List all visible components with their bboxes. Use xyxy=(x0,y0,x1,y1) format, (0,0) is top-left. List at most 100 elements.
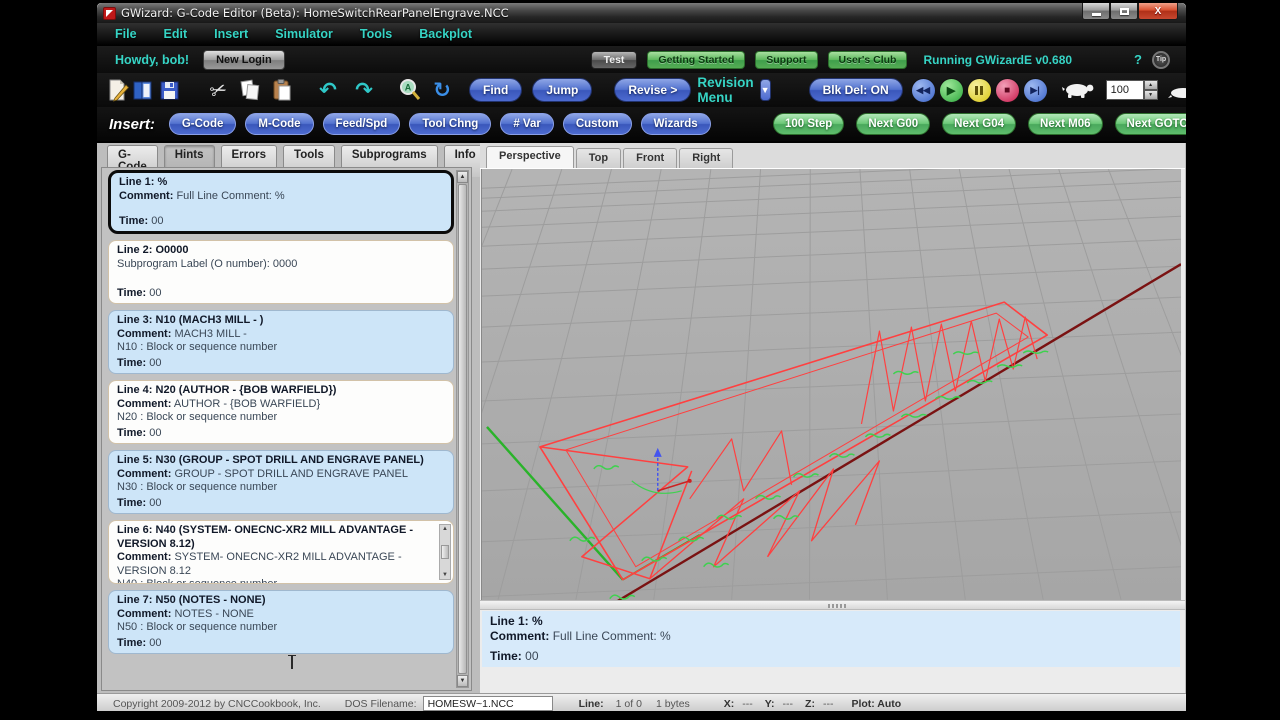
next-m06-button[interactable]: Next M06 xyxy=(1028,113,1103,135)
stop-icon: ■ xyxy=(1004,85,1010,96)
test-button[interactable]: Test xyxy=(591,51,638,69)
search-icon[interactable]: A xyxy=(397,77,423,103)
next-goto-button[interactable]: Next GOTO xyxy=(1115,113,1187,135)
users-club-button[interactable]: User's Club xyxy=(828,51,908,69)
turtle-slow-icon[interactable] xyxy=(1060,77,1098,103)
support-button[interactable]: Support xyxy=(755,51,817,69)
svg-text:A: A xyxy=(405,83,412,93)
tip-icon[interactable]: Tip xyxy=(1152,51,1170,69)
hint-card-title: Line 7: N50 (NOTES - NONE) xyxy=(117,594,445,608)
dos-filename-input[interactable] xyxy=(423,696,553,711)
revise-button[interactable]: Revise > xyxy=(614,78,691,102)
spinner-up-icon: ▲ xyxy=(1144,80,1158,90)
hint-card-line-6[interactable]: Line 6: N40 (SYSTEM- ONECNC-XR2 MILL ADV… xyxy=(108,520,454,584)
hint-card-inner-scrollbar[interactable]: ▲▼ xyxy=(439,524,451,580)
rabbit-fast-icon[interactable] xyxy=(1166,77,1187,103)
maximize-button[interactable] xyxy=(1110,3,1138,20)
left-panel: G-Code Hints Errors Tools Subprograms In… xyxy=(97,143,476,693)
step-forward-button[interactable]: ▶| xyxy=(1023,78,1048,103)
close-button[interactable]: X xyxy=(1138,3,1178,20)
play-button[interactable]: ▶ xyxy=(939,78,964,103)
new-file-icon[interactable] xyxy=(105,77,131,103)
insert-toolchng-button[interactable]: Tool Chng xyxy=(409,113,491,135)
close-icon: X xyxy=(1155,6,1162,17)
cut-icon[interactable]: ✂ xyxy=(205,77,231,103)
menu-file[interactable]: File xyxy=(115,27,137,41)
refresh-icon[interactable]: ↻ xyxy=(429,77,455,103)
insert-wizards-button[interactable]: Wizards xyxy=(641,113,711,135)
speed-input[interactable] xyxy=(1106,80,1144,100)
hint-card-line-1[interactable]: Line 1: %Comment: Full Line Comment: %Ti… xyxy=(108,170,454,234)
hint-card-title: Line 4: N20 (AUTHOR - {BOB WARFIELD}) xyxy=(117,384,445,398)
tab-top[interactable]: Top xyxy=(576,148,621,168)
revision-menu-label[interactable]: Revision Menu xyxy=(697,75,753,105)
insert-feedspd-button[interactable]: Feed/Spd xyxy=(323,113,401,135)
insert-var-button[interactable]: # Var xyxy=(500,113,554,135)
jump-button[interactable]: Jump xyxy=(532,78,592,102)
copy-icon[interactable] xyxy=(237,77,263,103)
hint-card-line-2[interactable]: Line 2: O0000Subprogram Label (O number)… xyxy=(108,240,454,304)
viewport-3d-scene[interactable] xyxy=(481,169,1181,600)
tab-right[interactable]: Right xyxy=(679,148,733,168)
hint-card-title: Line 2: O0000 xyxy=(117,244,445,258)
tab-front[interactable]: Front xyxy=(623,148,677,168)
scrollbar-thumb[interactable] xyxy=(458,184,467,674)
rewind-icon: ◀◀ xyxy=(916,85,930,96)
hint-card-row: Subprogram Label (O number): 0000 xyxy=(117,258,445,272)
undo-icon[interactable]: ↶ xyxy=(315,77,341,103)
hint-card-title: Line 1: % xyxy=(119,176,443,190)
hint-card-row: N10 : Block or sequence number xyxy=(117,341,445,355)
save-icon[interactable] xyxy=(157,77,183,103)
new-login-button[interactable]: New Login xyxy=(203,50,285,70)
hint-card-line-3[interactable]: Line 3: N10 (MACH3 MILL - )Comment: MACH… xyxy=(108,310,454,374)
menu-simulator[interactable]: Simulator xyxy=(275,27,333,41)
hint-card-line-4[interactable]: Line 4: N20 (AUTHOR - {BOB WARFIELD})Com… xyxy=(108,380,454,444)
insert-mcode-button[interactable]: M-Code xyxy=(245,113,313,135)
rewind-button[interactable]: ◀◀ xyxy=(911,78,936,103)
redo-icon[interactable]: ↷ xyxy=(351,77,377,103)
right-panel: Perspective Top Front Right Line 1: % Co… xyxy=(480,143,1185,693)
step-button-group: 100 Step Next G00 Next G04 Next M06 Next… xyxy=(773,113,1187,135)
next-g00-button[interactable]: Next G00 xyxy=(856,113,930,135)
hint-card-title: Line 3: N10 (MACH3 MILL - ) xyxy=(117,314,445,328)
hint-card-line-7[interactable]: Line 7: N50 (NOTES - NONE)Comment: NOTES… xyxy=(108,590,454,654)
step-100-button[interactable]: 100 Step xyxy=(773,113,844,135)
insert-label: Insert: xyxy=(109,116,155,133)
spinner-down-icon: ▼ xyxy=(1144,90,1158,100)
getting-started-button[interactable]: Getting Started xyxy=(647,51,745,69)
hints-scrollbar[interactable]: ▲ ▼ xyxy=(456,170,469,688)
hint-card-row: N40 : Block or sequence number xyxy=(117,578,445,584)
tab-perspective[interactable]: Perspective xyxy=(486,146,574,168)
current-line-info: Line 1: % Comment: Full Line Comment: % … xyxy=(482,611,1180,667)
minimize-button[interactable] xyxy=(1082,3,1110,20)
hint-card-line-5[interactable]: Line 5: N30 (GROUP - SPOT DRILL AND ENGR… xyxy=(108,450,454,514)
help-icon[interactable]: ? xyxy=(1134,52,1142,67)
hint-card-time: Time: 00 xyxy=(117,287,445,301)
stop-button[interactable]: ■ xyxy=(995,78,1020,103)
horizontal-splitter[interactable] xyxy=(480,600,1185,610)
scroll-down-icon[interactable]: ▼ xyxy=(457,675,468,687)
hint-card-time: Time: 00 xyxy=(117,637,445,651)
speed-spinner[interactable]: ▲▼ xyxy=(1144,80,1158,100)
toolbar: ✂ ↶ ↷ A ↻ Find Jump Revise > Re xyxy=(97,73,1186,107)
menu-tools[interactable]: Tools xyxy=(360,27,392,41)
insert-gcode-button[interactable]: G-Code xyxy=(169,113,237,135)
pause-button[interactable] xyxy=(967,78,992,103)
menu-edit[interactable]: Edit xyxy=(164,27,188,41)
find-button[interactable]: Find xyxy=(469,78,522,102)
hint-card-row: Comment: GROUP - SPOT DRILL AND ENGRAVE … xyxy=(117,468,445,482)
next-g04-button[interactable]: Next G04 xyxy=(942,113,1016,135)
blk-del-button[interactable]: Blk Del: ON xyxy=(809,78,903,102)
line-value: 1 of 0 xyxy=(616,698,642,710)
text-cursor-ibeam xyxy=(287,655,297,670)
step-forward-icon: ▶| xyxy=(1030,85,1039,96)
dos-filename-label: DOS Filename: xyxy=(345,698,417,710)
paste-icon[interactable] xyxy=(269,77,295,103)
menu-insert[interactable]: Insert xyxy=(214,27,248,41)
revision-menu-dropdown[interactable]: ▼ xyxy=(760,79,771,101)
titlebar[interactable]: GWizard: G-Code Editor (Beta): HomeSwitc… xyxy=(97,3,1186,23)
open-file-icon[interactable] xyxy=(131,77,157,103)
scroll-up-icon[interactable]: ▲ xyxy=(457,171,468,183)
insert-custom-button[interactable]: Custom xyxy=(563,113,632,135)
menu-backplot[interactable]: Backplot xyxy=(419,27,472,41)
